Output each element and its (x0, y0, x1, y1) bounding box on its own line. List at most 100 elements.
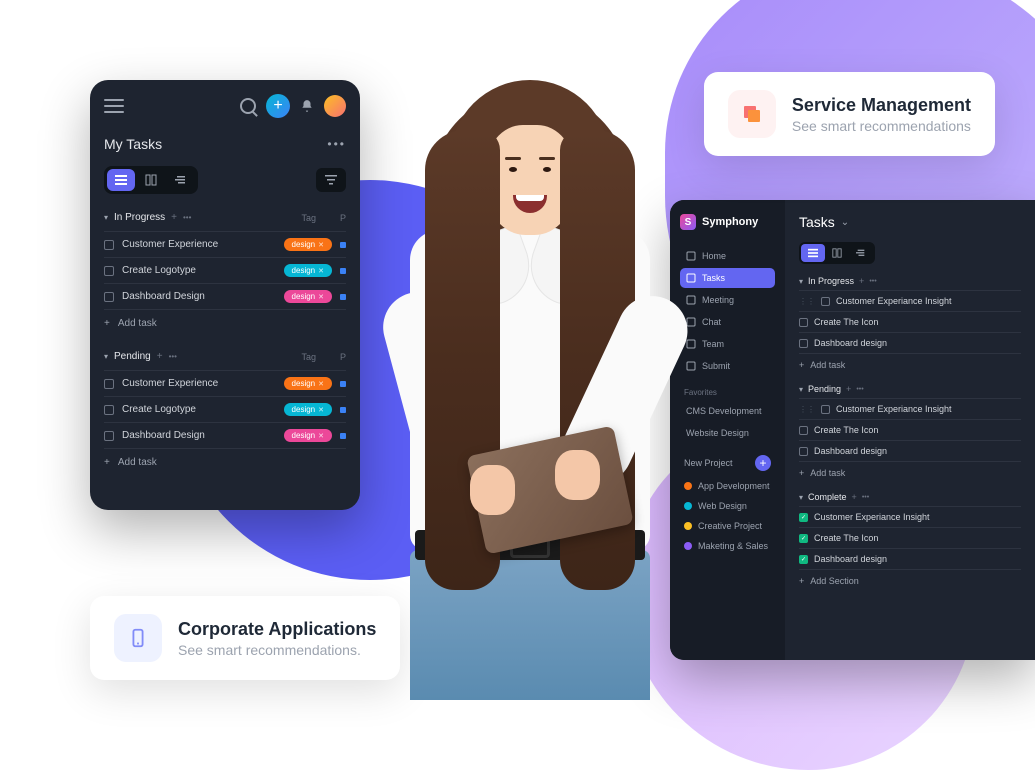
phone-icon (114, 614, 162, 662)
task-row[interactable]: ⋮⋮ Customer Experiance Insight (799, 398, 1021, 419)
more-icon[interactable]: ••• (183, 213, 191, 222)
task-row[interactable]: Dashboard Design design✕ (104, 422, 346, 448)
list-view-tab[interactable] (107, 169, 135, 191)
task-name: Customer Experiance Insight (814, 512, 930, 522)
promo-card-service[interactable]: Service Management See smart recommendat… (704, 72, 995, 156)
checkbox[interactable] (104, 240, 114, 250)
checkbox[interactable] (799, 447, 808, 456)
checkbox[interactable]: ✓ (799, 534, 808, 543)
timeline-view-tab[interactable] (167, 169, 195, 191)
menu-icon[interactable] (104, 99, 124, 113)
section-header[interactable]: ▾ In Progress + ••• Tag P (104, 212, 346, 223)
plus-icon: + (799, 576, 804, 586)
task-row[interactable]: Dashboard design (799, 440, 1021, 461)
checkbox[interactable] (104, 379, 114, 389)
add-task-button[interactable]: +Add task (104, 448, 346, 476)
add-task-button[interactable]: +Add task (104, 309, 346, 337)
close-icon[interactable]: ✕ (318, 406, 324, 414)
bell-icon[interactable] (300, 99, 314, 113)
priority-indicator (340, 433, 346, 439)
filter-button[interactable] (316, 168, 346, 192)
timeline-view-tab[interactable] (849, 244, 873, 262)
checkbox[interactable] (821, 297, 830, 306)
checkbox[interactable] (799, 318, 808, 327)
section-header[interactable]: ▾ Pending + ••• Tag P (104, 351, 346, 362)
tag-chip[interactable]: design✕ (284, 377, 332, 390)
plus-icon: + (104, 457, 110, 468)
more-icon[interactable]: ••• (327, 137, 346, 151)
section-header[interactable]: ▾ Complete + ••• (799, 492, 1021, 502)
add-icon[interactable]: + (852, 492, 857, 502)
page-title: Tasks (799, 214, 835, 230)
task-row[interactable]: Create Logotype design✕ (104, 396, 346, 422)
task-row[interactable]: ✓ Dashboard design (799, 548, 1021, 569)
more-icon[interactable]: ••• (169, 352, 177, 361)
tag-chip[interactable]: design✕ (284, 290, 332, 303)
add-icon[interactable]: + (859, 276, 864, 286)
task-row[interactable]: ✓ Customer Experiance Insight (799, 506, 1021, 527)
tag-chip[interactable]: design✕ (284, 238, 332, 251)
checkbox[interactable] (104, 266, 114, 276)
checkbox[interactable] (104, 405, 114, 415)
add-task-button[interactable]: +Add Section (799, 569, 1021, 592)
add-icon[interactable]: + (846, 384, 851, 394)
close-icon[interactable]: ✕ (318, 432, 324, 440)
promo-title: Service Management (792, 95, 971, 116)
checkbox[interactable] (821, 405, 830, 414)
task-name: Dashboard design (814, 554, 887, 564)
board-view-tab[interactable] (137, 169, 165, 191)
chevron-down-icon[interactable]: ⌄ (841, 217, 849, 228)
main-panel: Tasks ⌄ ▾ In Progress + ••• ⋮⋮ Customer … (785, 200, 1035, 660)
add-icon[interactable]: + (157, 351, 163, 362)
list-view-tab[interactable] (801, 244, 825, 262)
column-header: P (340, 352, 346, 362)
checkbox[interactable] (799, 339, 808, 348)
section-header[interactable]: ▾ Pending + ••• (799, 384, 1021, 394)
priority-indicator (340, 242, 346, 248)
task-row[interactable]: Customer Experience design✕ (104, 231, 346, 257)
drag-handle-icon[interactable]: ⋮⋮ (799, 297, 815, 306)
add-task-button[interactable]: +Add task (799, 461, 1021, 484)
task-row[interactable]: Dashboard design (799, 332, 1021, 353)
task-name: Dashboard design (814, 446, 887, 456)
checkbox[interactable]: ✓ (799, 555, 808, 564)
task-row[interactable]: Create Logotype design✕ (104, 257, 346, 283)
more-icon[interactable]: ••• (862, 494, 869, 501)
tag-chip[interactable]: design✕ (284, 264, 332, 277)
close-icon[interactable]: ✕ (318, 267, 324, 275)
add-button[interactable]: + (266, 94, 290, 118)
desktop-app: Symphony Home Tasks Meeting Chat Team Su… (670, 200, 1035, 660)
checkbox[interactable]: ✓ (799, 513, 808, 522)
checkbox[interactable] (799, 426, 808, 435)
task-name: Customer Experiance Insight (836, 404, 952, 414)
add-icon[interactable]: + (171, 212, 177, 223)
close-icon[interactable]: ✕ (318, 241, 324, 249)
search-icon[interactable] (240, 98, 256, 114)
avatar[interactable] (324, 95, 346, 117)
board-view-tab[interactable] (825, 244, 849, 262)
column-header: P (340, 213, 346, 223)
tag-chip[interactable]: design✕ (284, 403, 332, 416)
task-row[interactable]: Create The Icon (799, 311, 1021, 332)
tag-chip[interactable]: design✕ (284, 429, 332, 442)
add-task-button[interactable]: +Add task (799, 353, 1021, 376)
drag-handle-icon[interactable]: ⋮⋮ (799, 405, 815, 414)
task-name: Dashboard Design (122, 291, 276, 302)
task-row[interactable]: Create The Icon (799, 419, 1021, 440)
plus-icon: + (799, 360, 804, 370)
add-project-button[interactable]: + (755, 455, 771, 471)
checkbox[interactable] (104, 431, 114, 441)
checkbox[interactable] (104, 292, 114, 302)
view-tabs (104, 166, 198, 194)
chevron-down-icon: ▾ (104, 352, 108, 361)
more-icon[interactable]: ••• (869, 278, 876, 285)
task-row[interactable]: Dashboard Design design✕ (104, 283, 346, 309)
logo-text: Symphony (702, 216, 758, 228)
section-header[interactable]: ▾ In Progress + ••• (799, 276, 1021, 286)
close-icon[interactable]: ✕ (318, 293, 324, 301)
task-row[interactable]: ⋮⋮ Customer Experiance Insight (799, 290, 1021, 311)
task-row[interactable]: Customer Experience design✕ (104, 370, 346, 396)
more-icon[interactable]: ••• (856, 386, 863, 393)
close-icon[interactable]: ✕ (318, 380, 324, 388)
task-row[interactable]: ✓ Create The Icon (799, 527, 1021, 548)
